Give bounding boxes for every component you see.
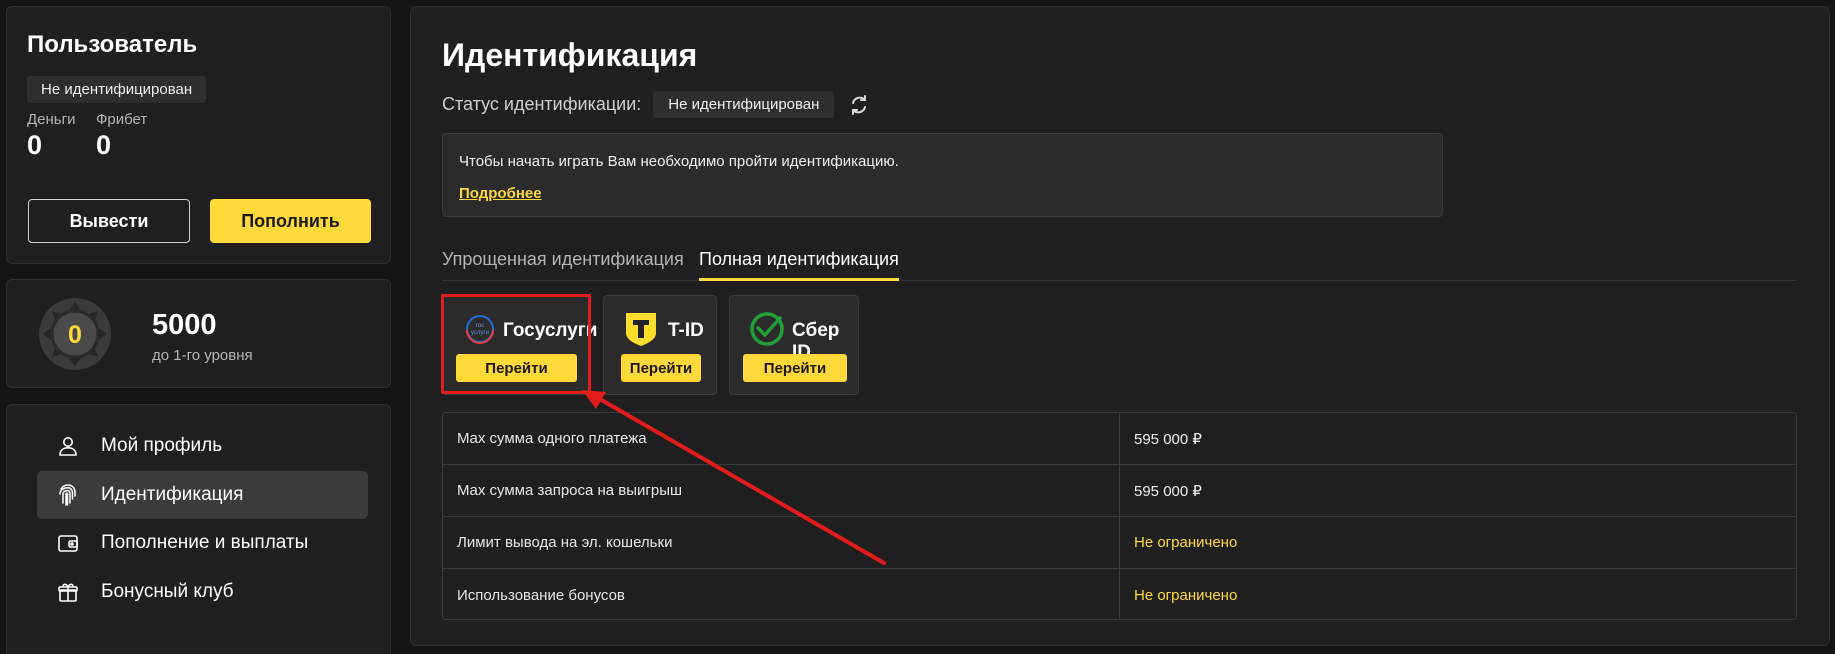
tab-full-identification[interactable]: Полная идентификация [699, 249, 899, 281]
limit-label: Лимит вывода на эл. кошельки [443, 517, 1120, 568]
more-info-link[interactable]: Подробнее [459, 185, 542, 202]
gosuslugi-logo-icon: гос услуги [466, 315, 494, 344]
provider-name: T-ID [668, 320, 704, 341]
wallet-icon [55, 530, 81, 556]
table-row: Max сумма запроса на выигрыш 595 000 ₽ [443, 465, 1796, 517]
provider-name: Госуслуги [503, 320, 598, 341]
status-row: Статус идентификации: Не идентифицирован [442, 91, 870, 118]
limit-label: Max сумма запроса на выигрыш [443, 465, 1120, 516]
sidebar-item-payments[interactable]: Пополнение и выплаты [37, 519, 368, 567]
level-points: 5000 [152, 309, 217, 341]
sberid-go-button[interactable]: Перейти [743, 354, 847, 382]
sidebar-menu: Мой профиль Идентификация Пополнение и в… [6, 404, 391, 654]
sidebar-item-label: Идентификация [101, 484, 244, 505]
user-icon [55, 433, 81, 459]
tid-go-button[interactable]: Перейти [621, 354, 701, 382]
sber-id-logo-icon [750, 312, 784, 346]
table-row: Использование бонусов Не ограничено [443, 569, 1796, 619]
level-subtitle: до 1-го уровня [152, 347, 253, 364]
identification-panel: Идентификация Статус идентификации: Не и… [410, 6, 1830, 646]
limit-value: 595 000 ₽ [1134, 430, 1202, 448]
limit-label: Использование бонусов [443, 569, 1120, 619]
sidebar-item-identification[interactable]: Идентификация [37, 471, 368, 519]
fingerprint-icon [55, 482, 81, 508]
deposit-button[interactable]: Пополнить [210, 199, 371, 243]
sidebar-item-label: Мой профиль [101, 435, 223, 456]
svg-text:гос: гос [476, 323, 484, 329]
table-row: Лимит вывода на эл. кошельки Не ограниче… [443, 517, 1796, 569]
sidebar-item-label: Бонусный клуб [101, 581, 234, 602]
user-card: Пользователь Не идентифицирован Деньги 0… [6, 6, 391, 264]
page-root: Пользователь Не идентифицирован Деньги 0… [0, 0, 1835, 654]
identification-notice: Чтобы начать играть Вам необходимо пройт… [442, 133, 1443, 217]
status-badge: Не идентифицирован [653, 91, 835, 118]
page-title: Идентификация [442, 37, 698, 73]
provider-card-gosuslugi: гос услуги Госуслуги Перейти [442, 295, 597, 395]
sidebar-item-label: Пополнение и выплаты [101, 532, 309, 553]
notice-text: Чтобы начать играть Вам необходимо пройт… [459, 153, 899, 170]
status-label: Статус идентификации: [442, 94, 642, 114]
level-card: 0 5000 до 1-го уровня [6, 279, 391, 388]
sidebar-item-profile[interactable]: Мой профиль [37, 422, 368, 470]
limit-value: Не ограничено [1134, 534, 1238, 551]
money-label: Деньги [27, 111, 76, 128]
identification-tabs: Упрощенная идентификация Полная идентифи… [442, 245, 1797, 281]
table-row: Max сумма одного платежа 595 000 ₽ [443, 413, 1796, 465]
tab-simplified-identification[interactable]: Упрощенная идентификация [442, 249, 684, 278]
provider-card-tid: T-ID Перейти [603, 295, 717, 395]
user-title: Пользователь [27, 31, 198, 58]
identification-status-badge: Не идентифицирован [27, 76, 207, 103]
limit-value: 595 000 ₽ [1134, 482, 1202, 500]
freebet-value: 0 [96, 130, 112, 160]
t-id-logo-icon [626, 313, 656, 346]
sidebar-item-bonus-club[interactable]: Бонусный клуб [37, 568, 368, 616]
refresh-icon[interactable] [848, 94, 870, 116]
level-badge-icon: 0 [39, 298, 111, 370]
limits-table: Max сумма одного платежа 595 000 ₽ Max с… [442, 412, 1797, 620]
limit-value: Не ограничено [1134, 586, 1238, 604]
level-badge-number: 0 [68, 321, 82, 349]
svg-text:услуги: услуги [471, 330, 489, 336]
money-value: 0 [27, 130, 43, 160]
gosuslugi-go-button[interactable]: Перейти [456, 354, 577, 382]
withdraw-button[interactable]: Вывести [28, 199, 190, 243]
provider-card-sberid: Сбер ID Перейти [729, 295, 859, 395]
freebet-label: Фрибет [96, 111, 148, 128]
gift-icon [55, 579, 81, 605]
limit-label: Max сумма одного платежа [443, 413, 1120, 464]
